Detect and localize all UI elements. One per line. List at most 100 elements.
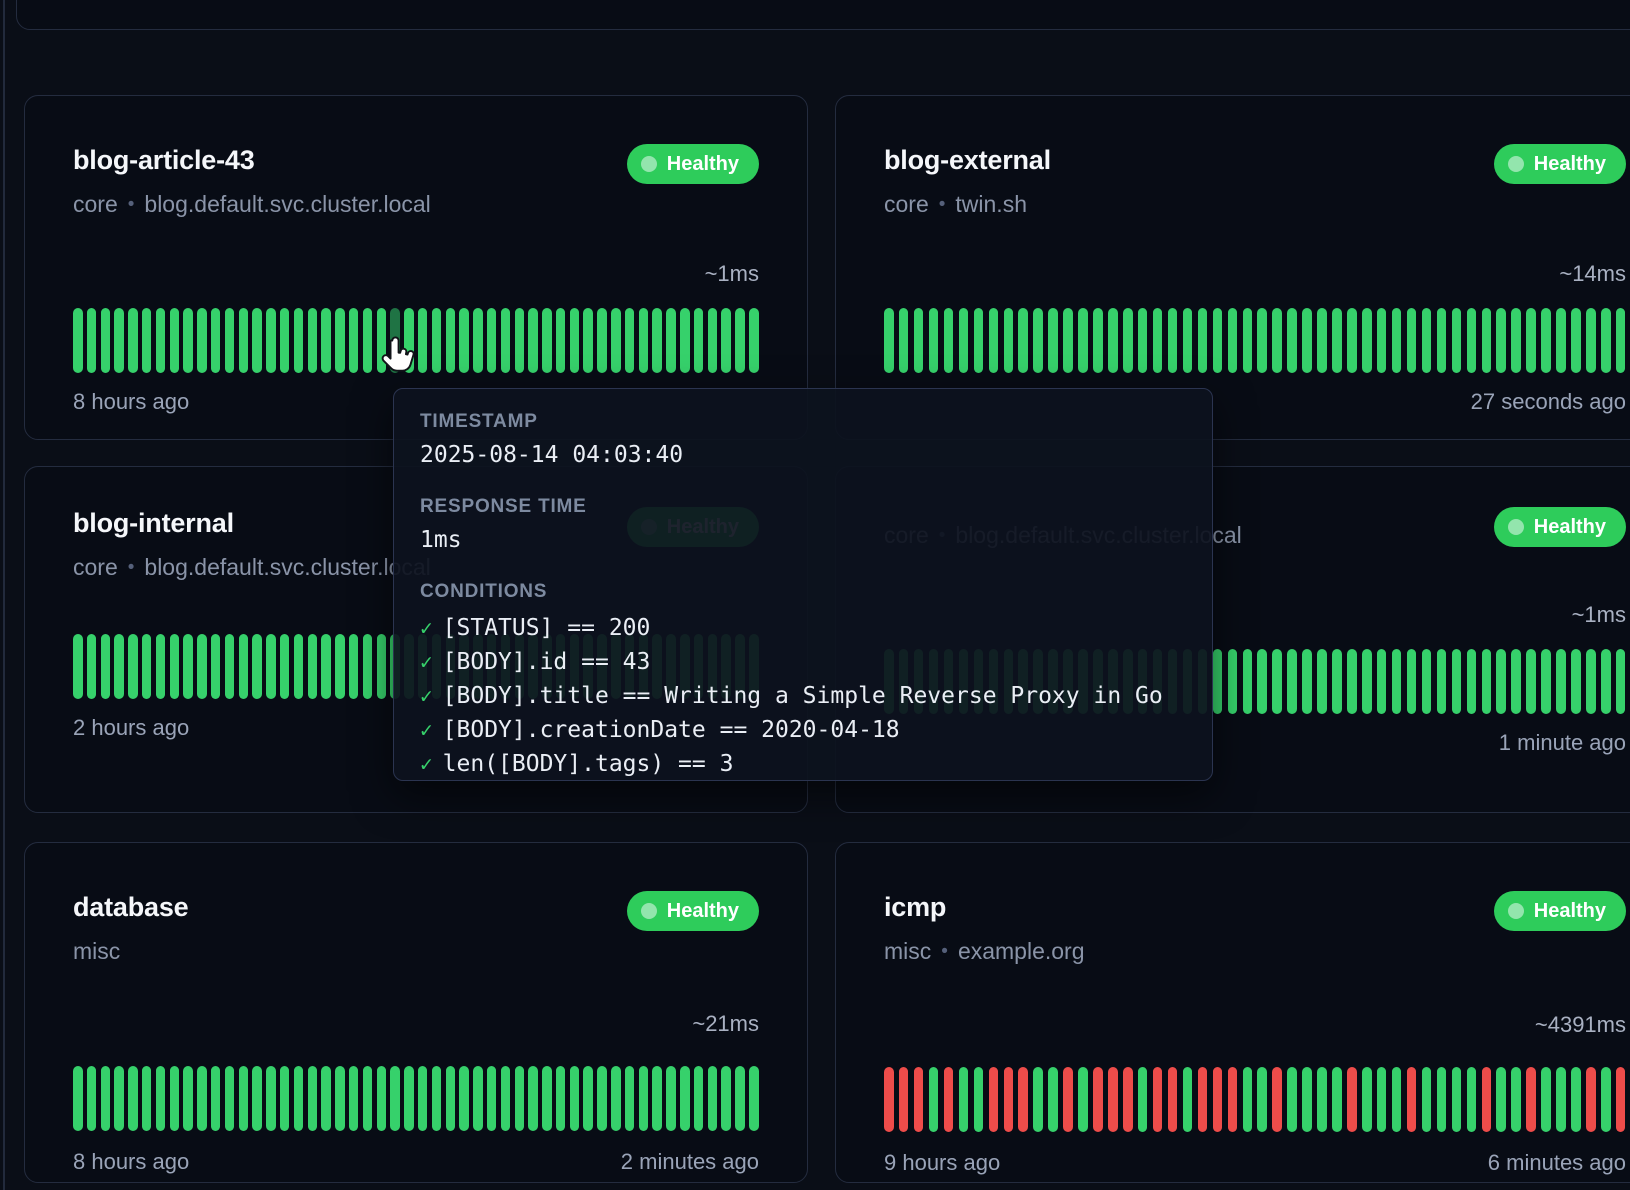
- uptime-bar[interactable]: [1526, 649, 1536, 714]
- uptime-bar[interactable]: [528, 308, 538, 373]
- uptime-bar[interactable]: [929, 1067, 939, 1132]
- uptime-bar[interactable]: [611, 1066, 621, 1131]
- uptime-bar[interactable]: [363, 634, 373, 699]
- uptime-bar[interactable]: [473, 308, 483, 373]
- uptime-bar[interactable]: [959, 308, 969, 373]
- uptime-bar[interactable]: [570, 1066, 580, 1131]
- uptime-bar[interactable]: [1541, 649, 1551, 714]
- uptime-bar[interactable]: [459, 308, 469, 373]
- uptime-bar[interactable]: [142, 634, 152, 699]
- uptime-bar[interactable]: [974, 308, 984, 373]
- uptime-bar[interactable]: [1511, 308, 1521, 373]
- uptime-bar[interactable]: [73, 308, 83, 373]
- uptime-bar[interactable]: [1063, 308, 1073, 373]
- uptime-bar[interactable]: [1287, 1067, 1297, 1132]
- uptime-bar[interactable]: [1422, 1067, 1432, 1132]
- uptime-bar[interactable]: [974, 1067, 984, 1132]
- uptime-bar[interactable]: [418, 1066, 428, 1131]
- uptime-bar[interactable]: [1377, 649, 1387, 714]
- uptime-bar[interactable]: [308, 634, 318, 699]
- uptime-bar[interactable]: [294, 308, 304, 373]
- uptime-bar[interactable]: [556, 308, 566, 373]
- uptime-bar[interactable]: [1302, 308, 1312, 373]
- uptime-bar[interactable]: [1257, 308, 1267, 373]
- uptime-bar[interactable]: [308, 1066, 318, 1131]
- uptime-bar[interactable]: [639, 1066, 649, 1131]
- uptime-bar[interactable]: [680, 1066, 690, 1131]
- uptime-bar[interactable]: [1257, 1067, 1267, 1132]
- uptime-bar[interactable]: [1004, 308, 1014, 373]
- uptime-bar[interactable]: [1437, 308, 1447, 373]
- uptime-bar[interactable]: [225, 1066, 235, 1131]
- uptime-bar[interactable]: [1556, 649, 1566, 714]
- uptime-bar[interactable]: [114, 634, 124, 699]
- uptime-bar[interactable]: [1601, 308, 1611, 373]
- uptime-bar[interactable]: [266, 308, 276, 373]
- uptime-bar[interactable]: [321, 1066, 331, 1131]
- uptime-bar[interactable]: [625, 308, 635, 373]
- uptime-bar[interactable]: [944, 308, 954, 373]
- uptime-bar[interactable]: [1153, 1067, 1163, 1132]
- uptime-bar[interactable]: [308, 308, 318, 373]
- uptime-bar[interactable]: [114, 308, 124, 373]
- uptime-bar[interactable]: [377, 308, 387, 373]
- uptime-bar[interactable]: [884, 1067, 894, 1132]
- uptime-bar[interactable]: [211, 634, 221, 699]
- uptime-bar[interactable]: [611, 308, 621, 373]
- uptime-bar[interactable]: [170, 308, 180, 373]
- uptime-bar[interactable]: [944, 1067, 954, 1132]
- uptime-bar[interactable]: [266, 634, 276, 699]
- uptime-bar[interactable]: [597, 308, 607, 373]
- uptime-bar[interactable]: [1526, 1067, 1536, 1132]
- uptime-bar[interactable]: [1213, 649, 1223, 714]
- uptime-bar[interactable]: [959, 1067, 969, 1132]
- uptime-bar[interactable]: [459, 1066, 469, 1131]
- uptime-bar[interactable]: [1302, 649, 1312, 714]
- uptime-bar[interactable]: [1257, 649, 1267, 714]
- uptime-bar[interactable]: [1467, 649, 1477, 714]
- uptime-bar[interactable]: [128, 308, 138, 373]
- uptime-bar[interactable]: [680, 308, 690, 373]
- uptime-bar[interactable]: [321, 634, 331, 699]
- uptime-bar[interactable]: [1556, 308, 1566, 373]
- uptime-bar[interactable]: [239, 634, 249, 699]
- uptime-bar[interactable]: [721, 1066, 731, 1131]
- uptime-bar[interactable]: [211, 1066, 221, 1131]
- uptime-bar[interactable]: [114, 1066, 124, 1131]
- uptime-bar[interactable]: [899, 308, 909, 373]
- uptime-bar[interactable]: [1452, 649, 1462, 714]
- uptime-bar[interactable]: [1407, 308, 1417, 373]
- uptime-bar[interactable]: [1317, 308, 1327, 373]
- uptime-bar[interactable]: [528, 1066, 538, 1131]
- uptime-bar[interactable]: [652, 308, 662, 373]
- uptime-bar[interactable]: [1228, 649, 1238, 714]
- uptime-bar[interactable]: [87, 308, 97, 373]
- uptime-bar[interactable]: [363, 1066, 373, 1131]
- uptime-bar[interactable]: [1377, 1067, 1387, 1132]
- uptime-bar[interactable]: [390, 308, 400, 373]
- uptime-bar[interactable]: [280, 1066, 290, 1131]
- uptime-bar[interactable]: [652, 1066, 662, 1131]
- uptime-bar[interactable]: [1362, 1067, 1372, 1132]
- uptime-bar[interactable]: [183, 1066, 193, 1131]
- uptime-bar[interactable]: [1496, 308, 1506, 373]
- uptime-bar[interactable]: [183, 308, 193, 373]
- uptime-bar[interactable]: [1467, 308, 1477, 373]
- uptime-bar[interactable]: [708, 1066, 718, 1131]
- uptime-bar[interactable]: [1138, 1067, 1148, 1132]
- uptime-bar[interactable]: [597, 1066, 607, 1131]
- uptime-bar[interactable]: [1496, 649, 1506, 714]
- uptime-bar[interactable]: [989, 308, 999, 373]
- uptime-bar[interactable]: [666, 1066, 676, 1131]
- uptime-bar[interactable]: [197, 634, 207, 699]
- uptime-bar[interactable]: [294, 634, 304, 699]
- uptime-bar[interactable]: [1317, 649, 1327, 714]
- uptime-bar[interactable]: [363, 308, 373, 373]
- uptime-bar[interactable]: [335, 1066, 345, 1131]
- uptime-bar[interactable]: [156, 308, 166, 373]
- uptime-bar[interactable]: [225, 308, 235, 373]
- uptime-bar[interactable]: [1616, 308, 1626, 373]
- uptime-bar[interactable]: [1511, 1067, 1521, 1132]
- uptime-bar[interactable]: [721, 308, 731, 373]
- uptime-bar[interactable]: [128, 1066, 138, 1131]
